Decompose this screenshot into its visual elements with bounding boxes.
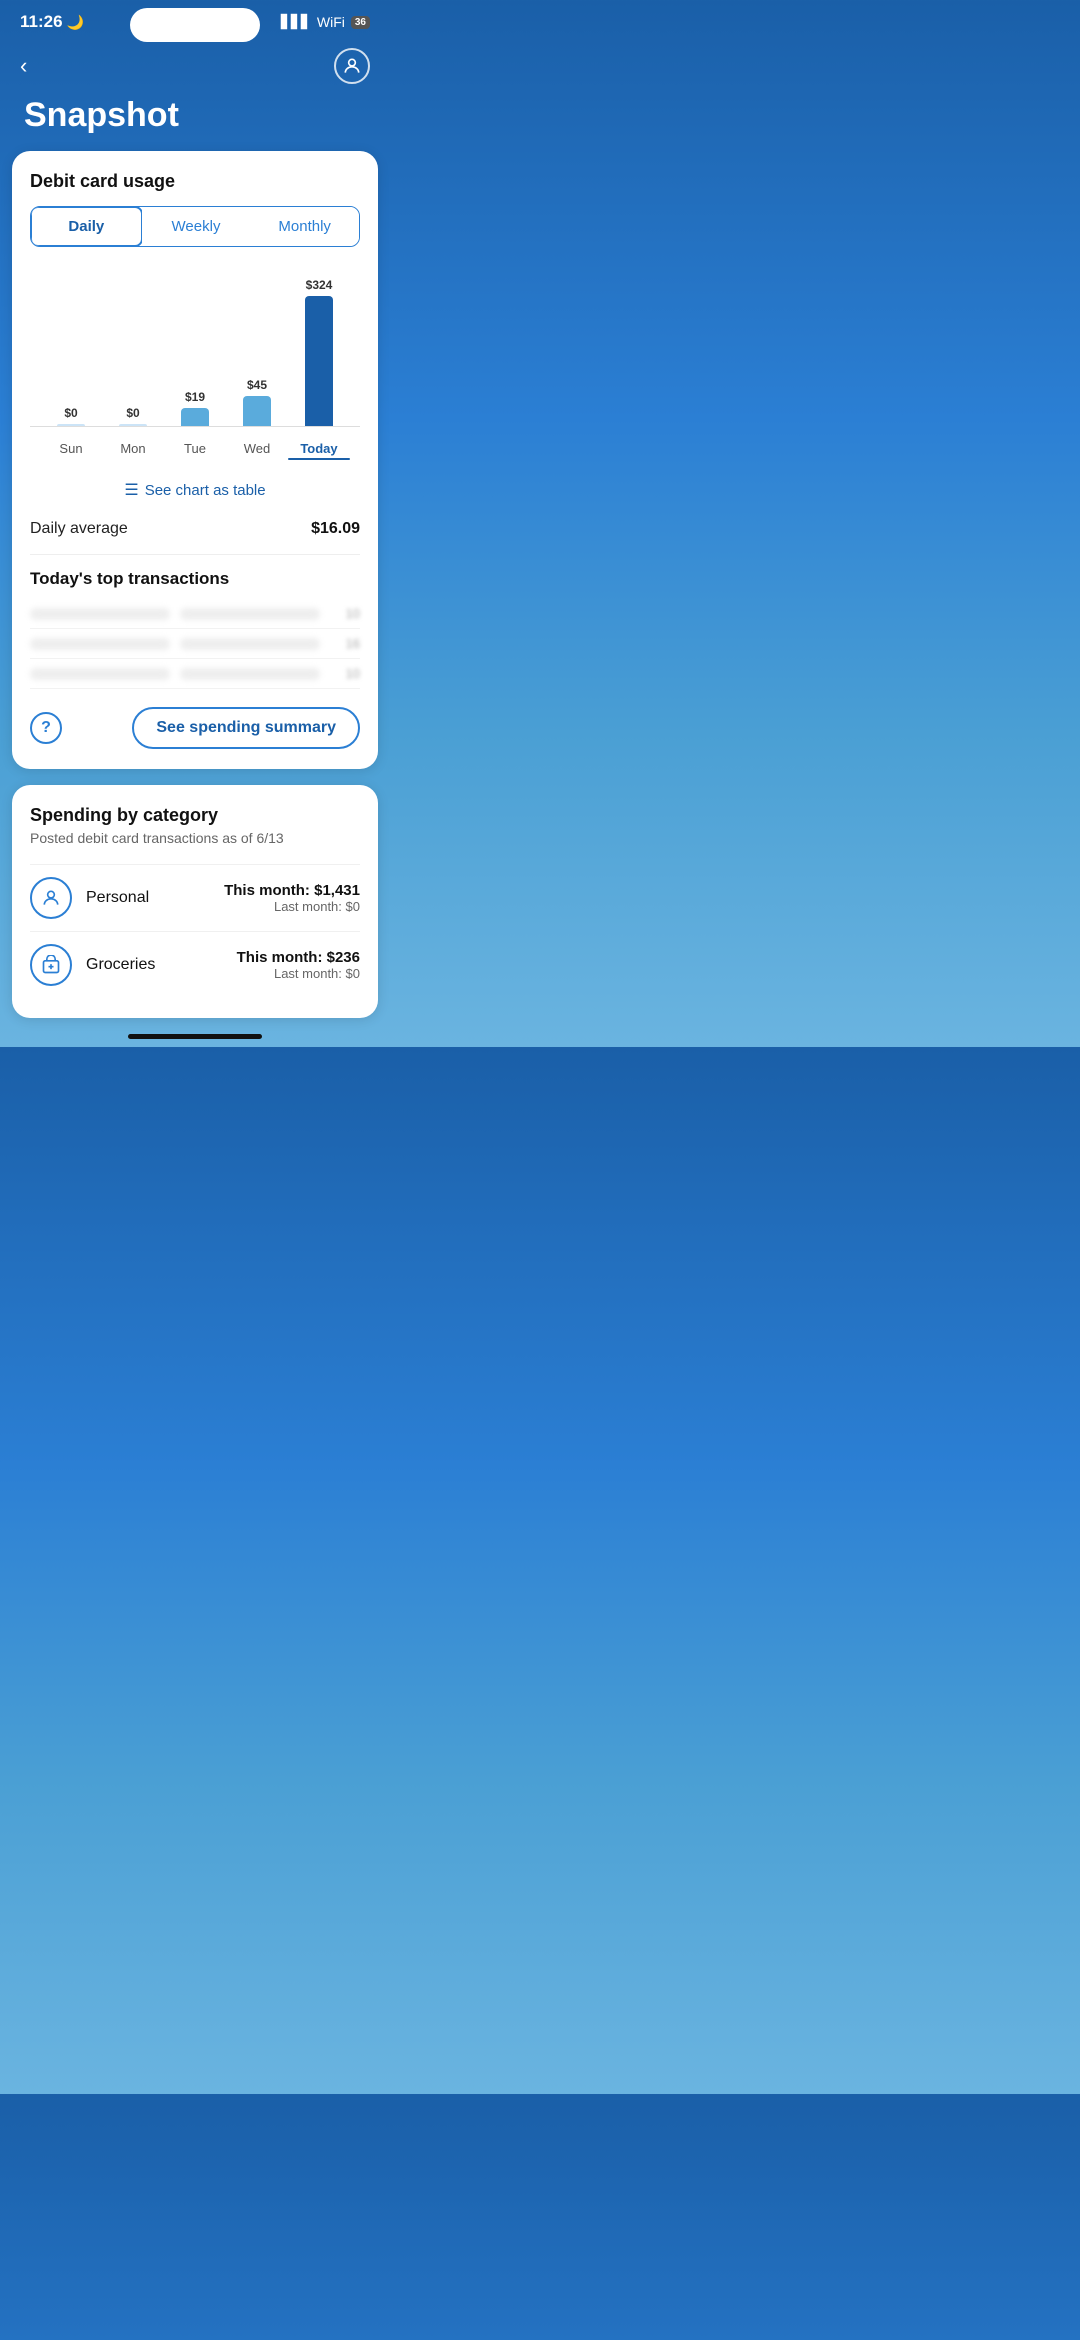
bar-label-wed: Wed — [226, 441, 288, 460]
category-row-groceries: Groceries This month: $236 Last month: $… — [30, 931, 360, 998]
spending-category-title: Spending by category — [30, 805, 360, 826]
groceries-this-month: This month: $236 — [237, 949, 360, 966]
transaction-amount-3: 10 — [330, 666, 360, 681]
top-transactions-title: Today's top transactions — [30, 569, 360, 589]
debit-card-usage-card: Debit card usage Daily Weekly Monthly $0… — [12, 151, 378, 769]
bar-today — [305, 296, 333, 426]
bar-label-sun: Sun — [40, 441, 102, 460]
bar-amount-tue: $19 — [185, 390, 205, 404]
spending-category-card: Spending by category Posted debit card t… — [12, 785, 378, 1018]
help-icon-label: ? — [41, 719, 51, 737]
bar-label-mon: Mon — [102, 441, 164, 460]
see-chart-label: See chart as table — [145, 482, 266, 499]
back-button[interactable]: ‹ — [20, 53, 27, 79]
bar-mon — [119, 424, 147, 426]
daily-average-label: Daily average — [30, 520, 128, 538]
see-chart-link[interactable]: ☰ See chart as table — [124, 480, 265, 500]
bar-col-sun: $0 — [40, 267, 102, 426]
bar-col-today: $324 — [288, 267, 350, 426]
top-nav: ‹ — [0, 40, 390, 88]
groceries-category-name: Groceries — [86, 956, 237, 974]
transaction-text-3 — [30, 668, 170, 680]
bar-tue — [181, 408, 209, 426]
daily-average-value: $16.09 — [311, 520, 360, 538]
bar-amount-sun: $0 — [64, 406, 77, 420]
personal-icon — [30, 877, 72, 919]
transaction-text-2b — [180, 638, 320, 650]
help-button[interactable]: ? — [30, 712, 62, 744]
transaction-row-3: 10 — [30, 659, 360, 689]
groceries-last-month: Last month: $0 — [237, 966, 360, 981]
dynamic-island — [130, 8, 260, 42]
signal-icon: ▋▋▋ — [281, 14, 311, 30]
tab-weekly[interactable]: Weekly — [142, 207, 251, 246]
status-icons: ▋▋▋ WiFi 36 — [281, 14, 370, 30]
home-indicator — [128, 1034, 262, 1039]
status-time: 11:26 🌙 — [20, 12, 84, 32]
debit-card-title: Debit card usage — [30, 171, 360, 192]
table-icon: ☰ — [124, 480, 138, 500]
bar-chart: $0 $0 $19 $45 $324 — [30, 267, 360, 427]
bar-wed — [243, 396, 271, 426]
bar-col-mon: $0 — [102, 267, 164, 426]
daily-average-row: Daily average $16.09 — [30, 516, 360, 555]
bar-col-wed: $45 — [226, 267, 288, 426]
status-bar: 11:26 🌙 ▋▋▋ WiFi 36 — [0, 0, 390, 40]
transaction-text-2 — [30, 638, 170, 650]
wifi-icon: WiFi — [317, 14, 345, 30]
bar-amount-wed: $45 — [247, 378, 267, 392]
see-chart-section: ☰ See chart as table — [30, 472, 360, 516]
bar-col-tue: $19 — [164, 267, 226, 426]
transaction-amount-1: 10 — [330, 606, 360, 621]
bar-label-tue: Tue — [164, 441, 226, 460]
battery-icon: 36 — [351, 16, 370, 29]
groceries-amounts: This month: $236 Last month: $0 — [237, 949, 360, 981]
transaction-row-1: 10 — [30, 599, 360, 629]
bar-label-today: Today — [288, 441, 350, 460]
bar-sun — [57, 424, 85, 426]
profile-icon[interactable] — [334, 48, 370, 84]
page-title: Snapshot — [0, 88, 390, 151]
tab-daily[interactable]: Daily — [30, 206, 143, 247]
see-spending-summary-button[interactable]: See spending summary — [132, 707, 360, 749]
personal-amounts: This month: $1,431 Last month: $0 — [224, 882, 360, 914]
card-footer: ? See spending summary — [30, 693, 360, 749]
transaction-row-2: 16 — [30, 629, 360, 659]
time-period-tabs: Daily Weekly Monthly — [30, 206, 360, 247]
groceries-icon — [30, 944, 72, 986]
transaction-text-3b — [180, 668, 320, 680]
spending-category-subtitle: Posted debit card transactions as of 6/1… — [30, 830, 360, 846]
personal-this-month: This month: $1,431 — [224, 882, 360, 899]
transaction-amount-2: 16 — [330, 636, 360, 651]
bar-labels: Sun Mon Tue Wed Today — [30, 435, 360, 460]
transaction-text-1b — [180, 608, 320, 620]
personal-category-name: Personal — [86, 889, 224, 907]
transaction-text-1 — [30, 608, 170, 620]
category-row-personal: Personal This month: $1,431 Last month: … — [30, 864, 360, 931]
personal-last-month: Last month: $0 — [224, 899, 360, 914]
bar-amount-today: $324 — [306, 278, 333, 292]
tab-monthly[interactable]: Monthly — [250, 207, 359, 246]
bar-amount-mon: $0 — [126, 406, 139, 420]
moon-icon: 🌙 — [67, 14, 84, 31]
